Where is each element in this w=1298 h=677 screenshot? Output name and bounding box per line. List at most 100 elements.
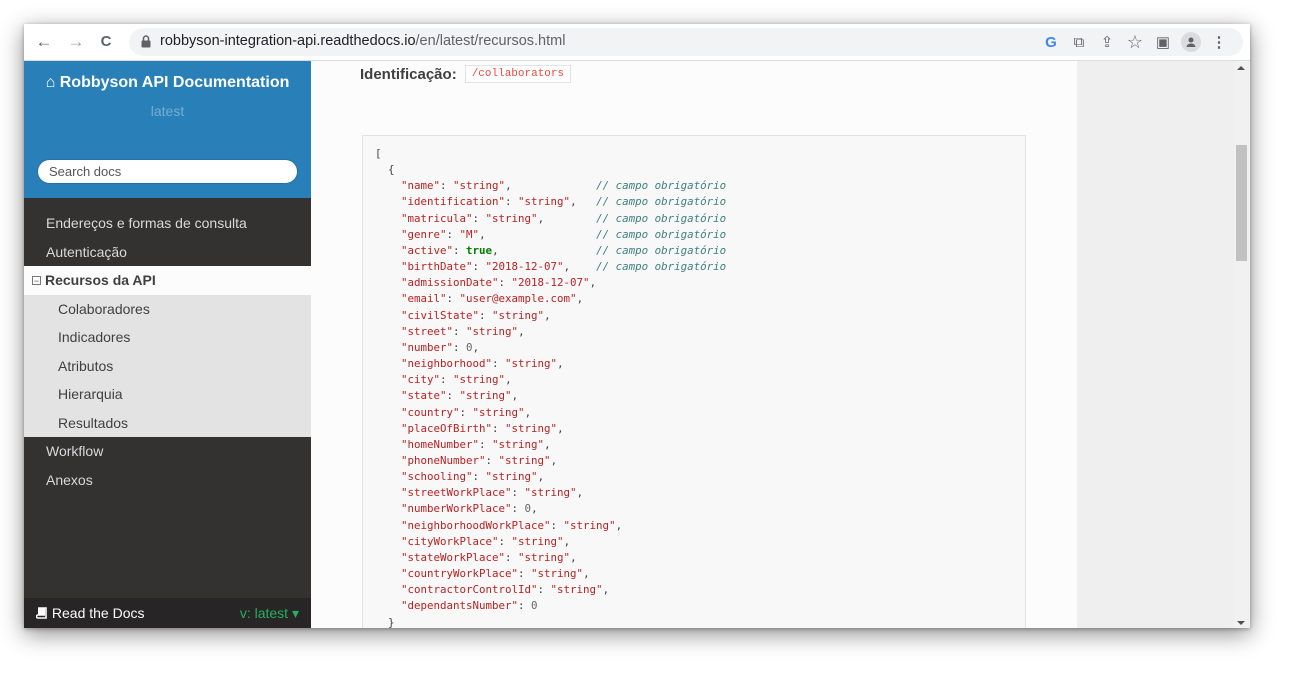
docs-sidebar: ⌂ Robbyson API Documentation latest Ende… [24, 61, 311, 628]
json-comment: // campo obrigatório [596, 227, 727, 241]
browser-toolbar: ← → C robbyson-integration-api.readthedo… [24, 24, 1250, 61]
google-icon[interactable]: G [1037, 28, 1065, 56]
json-value: "string" [498, 453, 551, 467]
sidebar-item-label: Recursos da API [45, 272, 156, 288]
rtd-label: Read the Docs [35, 605, 145, 621]
json-key: "neighborhood" [401, 357, 493, 371]
code-line: "civilState": "string", [401, 308, 551, 322]
version-label: latest [150, 103, 185, 119]
translate-icon[interactable]: ⧉ [1065, 28, 1093, 56]
json-key: "placeOfBirth" [401, 421, 493, 435]
json-value: "string" [550, 583, 603, 597]
json-value: "string" [466, 324, 519, 338]
json-code: [ { "name": "string", // campo obrigatór… [375, 146, 1013, 628]
identification-row: Identificação: /collaborators [360, 65, 572, 83]
profile-avatar[interactable] [1177, 28, 1205, 56]
search-input[interactable] [37, 159, 298, 184]
sidebar-item-anexos[interactable]: Anexos [24, 466, 311, 495]
json-key: "countryWorkPlace" [401, 567, 519, 581]
code-brace-close: } [388, 615, 395, 628]
code-line: "dependantsNumber": 0 [401, 599, 538, 613]
sidebar-item-recursos-da-api[interactable]: − Recursos da API [24, 266, 311, 295]
sidebar-item-hierarquia[interactable]: Hierarquia [24, 380, 311, 409]
json-value: "string" [472, 405, 525, 419]
json-value: "string" [518, 550, 571, 564]
code-line: "birthDate": "2018-12-07", // campo obri… [401, 260, 727, 274]
code-line: "numberWorkPlace": 0, [401, 502, 538, 516]
json-value: "string" [505, 421, 558, 435]
bookmark-star-icon[interactable]: ☆ [1121, 28, 1149, 56]
json-key: "phoneNumber" [401, 453, 486, 467]
url-host: robbyson-integration-api.readthedocs.io [160, 33, 416, 49]
code-line: "schooling": "string", [401, 470, 545, 484]
sidebar-item-label: Autenticação [46, 243, 127, 260]
json-comment: // campo obrigatório [596, 179, 727, 193]
brand-link[interactable]: ⌂ Robbyson API Documentation [24, 74, 311, 92]
json-key: "schooling" [401, 470, 473, 484]
json-key: "civilState" [401, 308, 480, 322]
code-line: "active": true, // campo obrigatório [401, 243, 727, 257]
sidebar-item-label: Endereços e formas de consulta [46, 215, 247, 231]
book-icon [35, 607, 47, 619]
json-key: "admissionDate" [401, 276, 499, 290]
json-value: "string" [511, 534, 564, 548]
json-key: "street" [401, 324, 454, 338]
version-switcher[interactable]: v: latest ▾ [240, 605, 299, 622]
code-line: "placeOfBirth": "string", [401, 421, 564, 435]
back-icon[interactable]: ← [34, 32, 54, 52]
json-value: "string" [563, 518, 616, 532]
sidebar-item-label: Resultados [58, 414, 129, 431]
json-key: "birthDate" [401, 260, 473, 274]
code-line: "streetWorkPlace": "string", [401, 486, 584, 500]
json-comment: // campo obrigatório [596, 260, 727, 274]
url-path: /en/latest/recursos.html [415, 33, 566, 49]
scroll-up-icon[interactable] [1237, 66, 1245, 70]
url-text[interactable]: robbyson-integration-api.readthedocs.io/… [160, 33, 565, 49]
sidebar-item-workflow[interactable]: Workflow [24, 437, 311, 466]
json-key: "state" [401, 389, 447, 403]
address-bar[interactable]: robbyson-integration-api.readthedocs.io/… [129, 28, 1243, 56]
code-line: "genre": "M", // campo obrigatório [401, 227, 727, 241]
sidebar-item-label: Anexos [46, 471, 93, 488]
json-value: 0 [524, 502, 532, 516]
sidebar-item-colaboradores[interactable]: Colaboradores [24, 294, 311, 323]
json-key: "number" [401, 340, 454, 354]
json-comment: // campo obrigatório [596, 211, 727, 225]
sidebar-item-resultados[interactable]: Resultados [24, 408, 311, 437]
code-line: "neighborhood": "string", [401, 357, 564, 371]
code-line: "email": "user@example.com", [401, 292, 584, 306]
share-icon[interactable]: ⇪ [1093, 28, 1121, 56]
json-key: "name" [401, 179, 441, 193]
json-value: true [466, 243, 493, 257]
code-line: "name": "string", // campo obrigatório [401, 179, 727, 193]
rtd-footer[interactable]: Read the Docs v: latest ▾ [24, 598, 311, 628]
code-line: "phoneNumber": "string", [401, 453, 558, 467]
json-key: "neighborhoodWorkPlace" [401, 518, 551, 532]
home-icon: ⌂ [45, 74, 56, 91]
side-panel-icon[interactable]: ▣ [1149, 28, 1177, 56]
person-icon [1181, 32, 1201, 52]
forward-icon[interactable]: → [66, 32, 86, 52]
sidebar-item-label: Workflow [46, 443, 104, 459]
scrollbar-thumb[interactable] [1236, 145, 1247, 261]
scroll-down-icon[interactable] [1237, 621, 1245, 625]
code-line: "state": "string", [401, 389, 519, 403]
json-value: 0 [466, 340, 473, 354]
sidebar-menu: Endereços e formas de consulta Autenticaç… [24, 209, 311, 494]
reload-icon[interactable]: C [96, 32, 116, 52]
json-key: "email" [401, 292, 447, 306]
collapse-toggle-icon[interactable]: − [32, 276, 41, 286]
sidebar-item-indicadores[interactable]: Indicadores [24, 323, 311, 352]
sidebar-item-atributos[interactable]: Atributos [24, 351, 311, 380]
code-line: "matricula": "string", // campo obrigató… [401, 211, 727, 225]
sidebar-item-autenticacao[interactable]: Autenticação [24, 238, 311, 267]
json-value: "user@example.com" [459, 292, 577, 306]
code-line: "street": "string", [401, 324, 525, 338]
json-key: "identification" [401, 195, 506, 209]
sidebar-item-enderecos-e-formas-de-consulta[interactable]: Endereços e formas de consulta [24, 209, 311, 238]
sidebar-header: ⌂ Robbyson API Documentation latest [24, 61, 311, 198]
browser-menu-icon[interactable]: ⋮ [1205, 28, 1233, 56]
json-key: "homeNumber" [401, 437, 480, 451]
json-key: "stateWorkPlace" [401, 550, 506, 564]
code-line: "homeNumber": "string", [401, 437, 551, 451]
